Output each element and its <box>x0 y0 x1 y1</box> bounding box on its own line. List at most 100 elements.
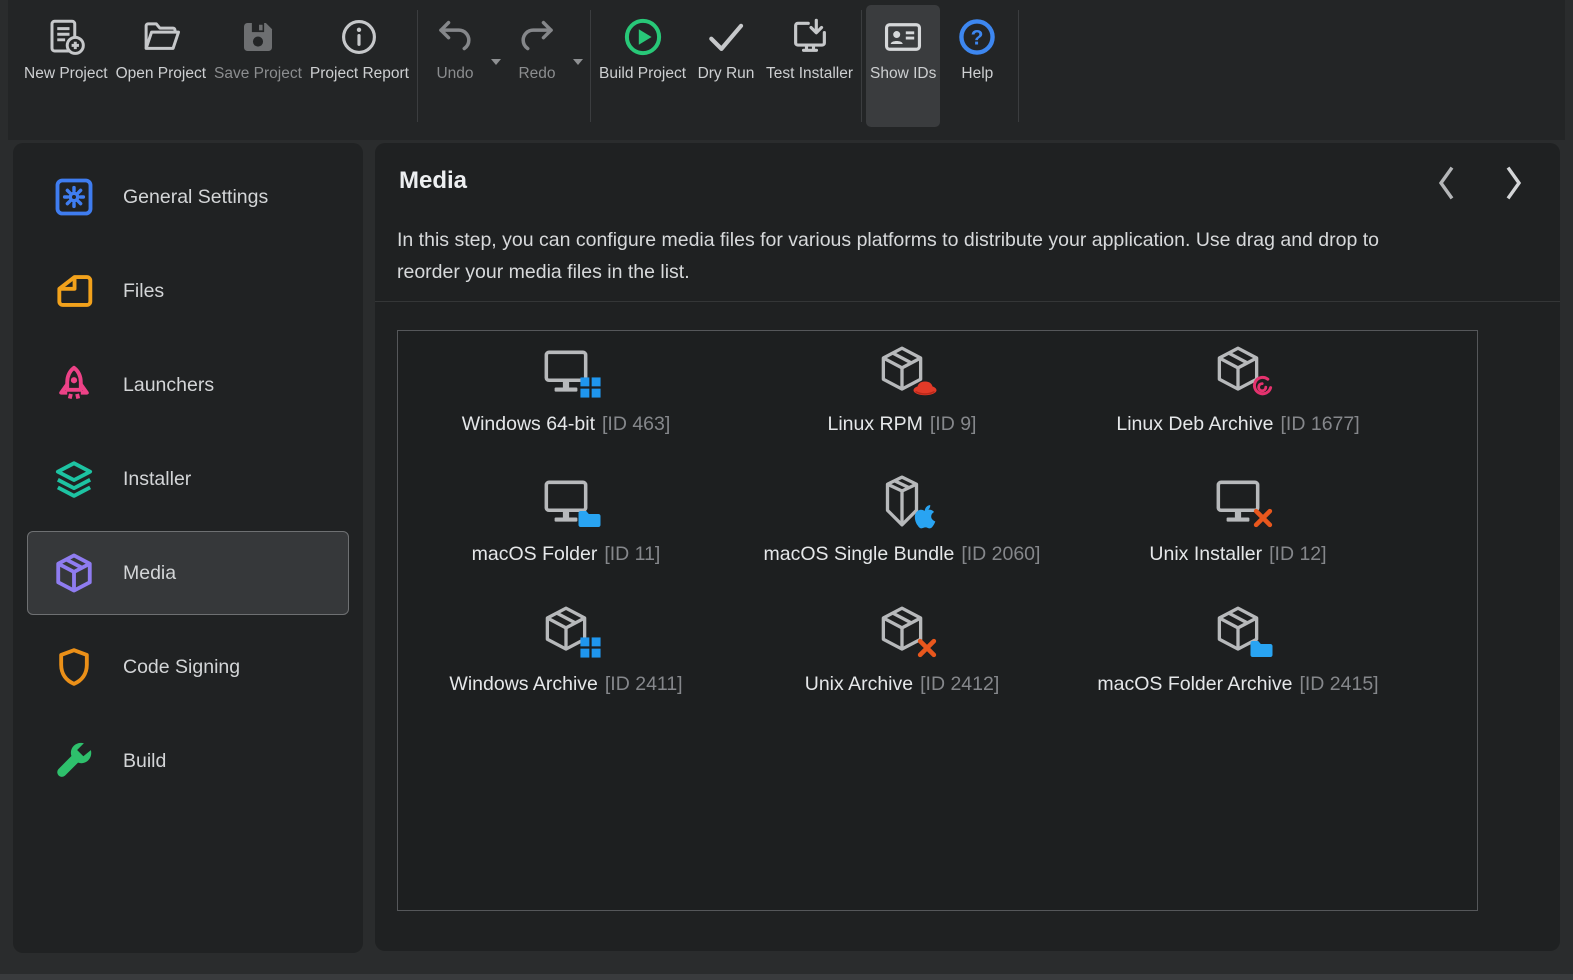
dry-run-button[interactable]: Dry Run <box>690 5 762 127</box>
media-item-id: [ID 2060] <box>961 543 1041 565</box>
tall-package-box-icon <box>873 473 936 531</box>
sidebar-item-label: Build <box>123 749 167 772</box>
sidebar-item-media[interactable]: Media <box>13 526 363 620</box>
media-files-list: Windows 64-bit [ID 463] Linux RPM [ID 9]… <box>397 330 1478 911</box>
sidebar-item-installer[interactable]: Installer <box>13 432 363 526</box>
media-item[interactable]: Unix Installer [ID 12] <box>1070 473 1406 603</box>
media-item-id: [ID 463] <box>602 413 671 435</box>
media-item[interactable]: macOS Folder [ID 11] <box>398 473 734 603</box>
sidebar-item-label: Installer <box>123 467 192 490</box>
toolbar-separator <box>590 10 591 122</box>
layers-icon <box>52 457 96 501</box>
media-item-name: Linux Deb Archive <box>1116 413 1274 435</box>
folder-badge <box>578 511 601 527</box>
media-item[interactable]: Unix Archive [ID 2412] <box>734 603 1070 733</box>
sidebar-item-build[interactable]: Build <box>13 714 363 808</box>
new-project-icon <box>44 15 88 59</box>
media-item[interactable]: Windows 64-bit [ID 463] <box>398 343 734 473</box>
sidebar-item-label: Code Signing <box>123 655 241 678</box>
redo-label: Redo <box>518 65 556 82</box>
package-box-icon <box>1209 343 1273 401</box>
folder-badge <box>1250 641 1273 657</box>
windows-monitor-icon <box>537 343 601 401</box>
media-item[interactable]: Linux RPM [ID 9] <box>734 343 1070 473</box>
sidebar-item-launchers[interactable]: Launchers <box>13 338 363 432</box>
package-box-icon <box>1209 603 1273 661</box>
media-item-name: macOS Folder <box>471 543 598 565</box>
media-item-id: [ID 1677] <box>1280 413 1360 435</box>
sidebar-item-files[interactable]: Files <box>13 244 363 338</box>
package-box-icon <box>873 343 937 401</box>
sidebar-item-label: Media <box>123 561 177 584</box>
new-project-label: New Project <box>24 65 108 82</box>
media-item-id: [ID 12] <box>1269 543 1327 565</box>
undo-button[interactable]: Undo <box>422 5 488 127</box>
undo-dropdown-arrow[interactable] <box>488 56 504 68</box>
redo-dropdown-arrow[interactable] <box>570 56 586 68</box>
build-project-label: Build Project <box>599 65 687 82</box>
window-bottom-edge <box>0 974 1573 980</box>
media-item-name: Unix Installer <box>1149 543 1263 565</box>
files-icon <box>52 269 96 313</box>
redo-icon <box>515 15 559 59</box>
toolbar-separator <box>1018 10 1020 122</box>
step-description: In this step, you can configure media fi… <box>397 229 1380 283</box>
previous-step-button[interactable] <box>1426 161 1466 205</box>
media-item-id: [ID 2415] <box>1299 673 1379 695</box>
test-installer-label: Test Installer <box>766 65 854 82</box>
open-project-label: Open Project <box>115 65 207 82</box>
media-item-id: [ID 2411] <box>604 673 683 695</box>
media-item[interactable]: Windows Archive [ID 2411] <box>398 603 734 733</box>
package-box-icon <box>52 551 96 595</box>
page-title: Media <box>399 167 468 194</box>
media-item[interactable]: Linux Deb Archive [ID 1677] <box>1070 343 1406 473</box>
help-label: Help <box>961 65 994 82</box>
open-project-icon <box>139 15 183 59</box>
media-item-name: Linux RPM <box>827 413 923 435</box>
sidebar-item-label: Launchers <box>123 373 215 396</box>
help-icon: ? <box>955 15 999 59</box>
wrench-icon <box>52 739 96 783</box>
monitor-icon <box>537 473 601 531</box>
media-item-name: Unix Archive <box>804 673 914 695</box>
next-step-button[interactable] <box>1494 161 1534 205</box>
show-ids-label: Show IDs <box>870 65 937 82</box>
media-item-name: Windows 64-bit <box>461 413 595 435</box>
media-step-panel: Media In this step, you can configure me… <box>375 143 1560 951</box>
rocket-icon <box>52 363 96 407</box>
windows-logo-badge <box>580 377 601 398</box>
help-button[interactable]: ? Help <box>940 5 1014 127</box>
undo-label: Undo <box>436 65 474 82</box>
test-installer-button[interactable]: Test Installer <box>762 5 857 127</box>
save-project-button[interactable]: Save Project <box>210 5 306 127</box>
windows-logo-badge <box>580 637 601 658</box>
apple-logo-badge <box>914 505 936 529</box>
save-project-icon <box>236 15 280 59</box>
toolbar-separator <box>861 10 863 122</box>
media-item[interactable]: macOS Folder Archive [ID 2415] <box>1070 603 1406 733</box>
new-project-button[interactable]: New Project <box>20 5 112 127</box>
show-ids-toggle[interactable]: Show IDs <box>866 5 941 127</box>
media-item[interactable]: macOS Single Bundle [ID 2060] <box>734 473 1070 603</box>
toolbar-separator <box>417 10 418 122</box>
steps-sidebar: General Settings Files Launchers Install… <box>13 143 363 953</box>
unix-x-badge <box>917 638 937 658</box>
media-item-name: macOS Single Bundle <box>763 543 955 565</box>
checkmark-icon <box>704 15 748 59</box>
project-report-icon <box>337 15 381 59</box>
build-project-button[interactable]: Build Project <box>595 5 690 127</box>
step-navigation <box>1426 161 1534 205</box>
monitor-icon <box>1209 473 1273 531</box>
sidebar-item-code-signing[interactable]: Code Signing <box>13 620 363 714</box>
package-box-icon <box>873 603 937 661</box>
project-report-button[interactable]: Project Report <box>306 5 413 127</box>
open-project-button[interactable]: Open Project <box>112 5 210 127</box>
media-item-id: [ID 9] <box>929 413 977 435</box>
unix-x-badge <box>1253 508 1273 528</box>
sidebar-item-label: Files <box>123 279 165 302</box>
redo-button[interactable]: Redo <box>504 5 570 127</box>
media-item-name: Windows Archive <box>449 673 598 695</box>
media-item-id: [ID 11] <box>604 543 661 565</box>
sidebar-item-general-settings[interactable]: General Settings <box>13 150 363 244</box>
monitor-download-icon <box>788 15 832 59</box>
